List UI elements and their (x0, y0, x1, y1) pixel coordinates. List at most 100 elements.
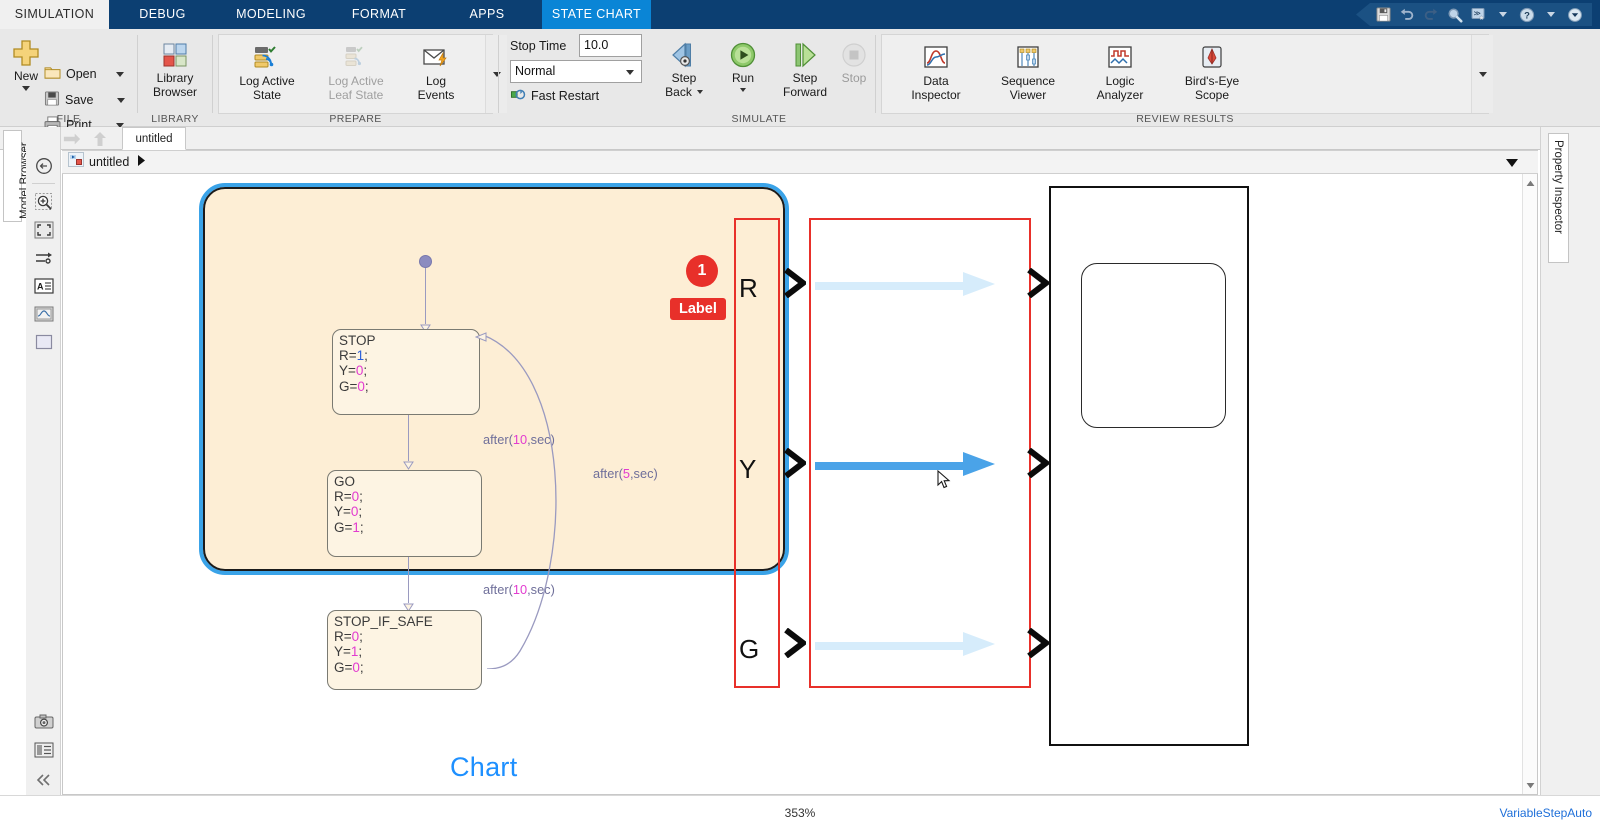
tab-modeling[interactable]: MODELING (216, 0, 326, 29)
model-browser-tab[interactable]: Model Browser (3, 130, 31, 222)
scroll-down-icon[interactable] (1523, 778, 1537, 793)
zoom-level-label[interactable]: 353% (0, 806, 1600, 820)
birds-eye-scope-button[interactable]: Bird's-Eye Scope (1168, 42, 1256, 102)
annotation-icon[interactable]: A (31, 273, 57, 298)
collapse-icon[interactable] (31, 767, 57, 792)
undo-icon[interactable] (1396, 5, 1418, 24)
state-go-name: GO (334, 474, 356, 489)
logic-analyzer-button[interactable]: Logic Analyzer (1076, 42, 1164, 102)
group-label-review-results: REVIEW RESULTS (1136, 113, 1234, 125)
simulation-mode-select[interactable]: Normal (510, 60, 642, 83)
step-forward-button[interactable]: Step Forward (771, 39, 839, 99)
tab-apps-label: APPS (469, 7, 505, 21)
review-results-expand-button[interactable] (1471, 35, 1493, 113)
snapshot-icon[interactable] (31, 709, 57, 734)
step-forward-icon (771, 39, 839, 71)
chart-caption-label: Chart (450, 752, 518, 782)
navigate-up-icon[interactable] (31, 153, 57, 178)
save-button[interactable]: Save (44, 91, 125, 109)
state-stop-if-safe[interactable]: STOP_IF_SAFE R=0; Y=1; G=0; (327, 610, 482, 690)
transition-go-to-safe-line (408, 557, 410, 603)
tab-debug[interactable]: DEBUG (109, 0, 216, 29)
stop-time-input[interactable]: 10.0 (579, 34, 642, 57)
log-events-button[interactable]: Log Events (405, 42, 467, 102)
model-icon (68, 152, 84, 172)
log-active-state-label-1: Log Active (239, 74, 295, 88)
review-results-expand-caret-icon (1478, 71, 1487, 77)
log-active-state-button[interactable]: Log Active State (227, 42, 307, 102)
subsystem-icon[interactable] (31, 329, 57, 354)
new-button[interactable]: New (4, 37, 48, 91)
library-browser-button[interactable]: Library Browser (140, 39, 210, 99)
run-button[interactable]: Run (715, 39, 771, 92)
fast-restart-button[interactable]: Fast Restart (510, 87, 599, 105)
transition-safe-to-stop-curve (482, 334, 557, 669)
model-info-icon[interactable] (31, 737, 57, 762)
scope-block[interactable] (1049, 186, 1249, 746)
save-disk-icon (44, 91, 60, 109)
zoom-in-region-icon[interactable] (31, 189, 57, 214)
model-canvas[interactable]: STOP R=1; Y=0; G=0; after(10,sec) GO R=0… (62, 174, 1538, 795)
state-stop-if-safe-text: STOP_IF_SAFE R=0; Y=1; G=0; (328, 611, 481, 675)
tab-format[interactable]: FORMAT (326, 0, 432, 29)
run-caret-icon[interactable] (740, 88, 746, 92)
breadcrumb-label[interactable]: untitled (89, 155, 129, 169)
stop-icon (833, 39, 875, 71)
save-icon[interactable] (1372, 5, 1394, 24)
tab-simulation-label: SIMULATION (14, 7, 95, 21)
new-plus-icon (4, 37, 48, 69)
breadcrumb-chevron-icon[interactable] (137, 153, 147, 171)
open-caret-icon[interactable] (115, 71, 124, 77)
tab-state-chart[interactable]: STATE CHART (542, 0, 651, 29)
log-events-label-1: Log (425, 74, 447, 88)
signal-line-g[interactable] (815, 642, 965, 650)
log-active-leaf-label-1: Log Active (328, 74, 384, 88)
property-inspector-tab[interactable]: Property Inspector (1548, 133, 1569, 263)
data-inspector-button[interactable]: Data Inspector (892, 42, 980, 102)
solver-label[interactable]: VariableStepAuto (1499, 806, 1592, 820)
new-caret-icon[interactable] (22, 86, 30, 91)
help-icon[interactable]: ? (1516, 5, 1538, 24)
help-caret-icon[interactable] (1540, 5, 1562, 24)
model-tab-untitled[interactable]: untitled (122, 127, 186, 150)
search-icon[interactable] (1444, 5, 1466, 24)
tab-simulation[interactable]: SIMULATION (0, 0, 109, 29)
open-label: Open (66, 67, 97, 81)
signal-line-r[interactable] (815, 282, 965, 290)
canvas-left-toolbar: A (26, 127, 61, 795)
step-back-button[interactable]: Step Back (654, 39, 714, 99)
breadcrumb-dropdown-caret-icon[interactable] (1504, 155, 1520, 173)
sequence-viewer-label-1: Sequence (1000, 74, 1056, 88)
signal-line-y[interactable] (815, 462, 965, 470)
step-back-caret-icon[interactable] (696, 90, 703, 94)
new-label: New (13, 69, 38, 83)
model-tab-strip (0, 127, 1600, 150)
signal-routing-icon[interactable] (31, 245, 57, 270)
state-stop-name: STOP (339, 333, 376, 348)
default-transition-junction (419, 255, 432, 268)
ribbon-group-review-results: Data Inspector Sequence Viewer Logic Ana… (876, 29, 1500, 127)
minimize-ribbon-icon[interactable] (1564, 5, 1586, 24)
scope-preview-icon[interactable] (31, 301, 57, 326)
scroll-up-icon[interactable] (1523, 176, 1537, 191)
sequence-viewer-button[interactable]: Sequence Viewer (984, 42, 1072, 102)
breadcrumb: untitled (62, 150, 1538, 295)
state-go[interactable]: GO R=0; Y=0; G=1; (327, 470, 482, 557)
stateflow-chart-block[interactable]: STOP R=1; Y=0; G=0; after(10,sec) GO R=0… (203, 187, 785, 690)
tab-state-chart-label: STATE CHART (551, 7, 642, 21)
tab-apps[interactable]: APPS (432, 0, 542, 29)
canvas-vertical-scrollbar[interactable] (1522, 174, 1537, 794)
shortcuts-icon[interactable]: ≫ (1468, 5, 1490, 24)
ribbon-group-prepare: Log Active State Log Active Leaf State L… (213, 29, 507, 127)
save-caret-icon[interactable] (116, 97, 125, 103)
quick-access-toolbar: ≫ ? (1356, 3, 1592, 26)
scope-input-arrow-1 (1027, 267, 1051, 303)
tab-format-label: FORMAT (351, 7, 407, 21)
log-events-envelope-icon (405, 42, 467, 74)
property-inspector-label: Property Inspector (1552, 140, 1564, 234)
shortcuts-caret-icon[interactable] (1492, 5, 1514, 24)
open-button[interactable]: Open (44, 65, 124, 83)
state-stop[interactable]: STOP R=1; Y=0; G=0; (332, 329, 480, 415)
stop-label: Stop (841, 71, 867, 85)
fit-to-view-icon[interactable] (31, 217, 57, 242)
